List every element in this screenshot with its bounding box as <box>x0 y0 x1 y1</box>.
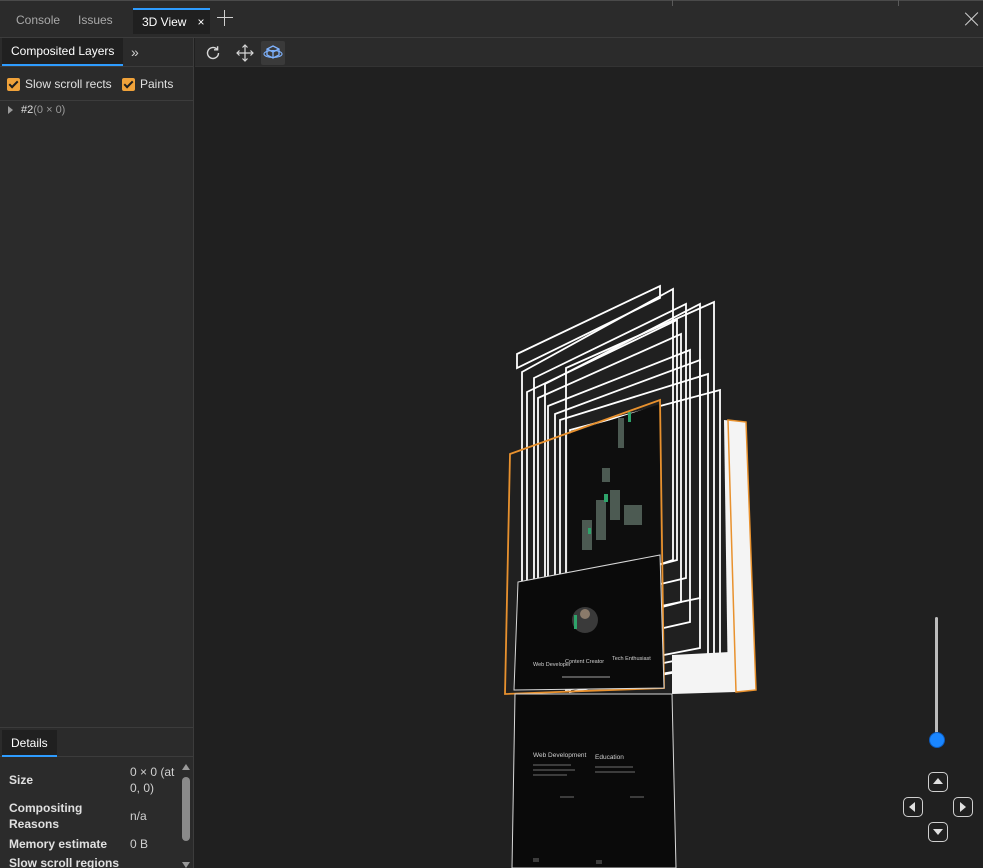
property-value-memory-estimate: 0 B <box>130 837 149 851</box>
checkbox-label: Slow scroll rects <box>25 77 112 91</box>
layer-page <box>672 652 736 694</box>
layer-tree-item[interactable]: #2 (0 × 0) <box>8 102 65 118</box>
zoom-slider-thumb[interactable] <box>929 732 945 748</box>
tab-3d-view[interactable]: 3D View × <box>133 8 211 34</box>
3d-view-toolbar <box>195 38 983 67</box>
nav-content-creator: Content Creator <box>565 659 604 665</box>
more-tabs-icon[interactable]: » <box>131 44 139 60</box>
plus-icon[interactable] <box>216 9 234 27</box>
pan-mode-button[interactable] <box>233 41 257 65</box>
scroll-up-icon[interactable] <box>182 764 190 770</box>
avatar-accent <box>574 615 577 629</box>
property-label-size: Size <box>9 773 34 787</box>
card-title-web-development: Web Development <box>533 752 587 759</box>
layer-size: (0 × 0) <box>33 104 66 116</box>
tab-3d-view-label: 3D View <box>142 15 187 29</box>
close-tab-icon[interactable]: × <box>197 10 204 34</box>
3d-layers-viewport[interactable]: Web Developer Content Creator Tech Enthu… <box>195 68 983 868</box>
top-border <box>0 0 983 1</box>
pan-left-icon[interactable] <box>903 797 923 817</box>
property-label-compositing-reasons: Compositing Reasons <box>9 801 83 831</box>
expand-triangle-icon[interactable] <box>8 106 13 114</box>
tab-issues[interactable]: Issues <box>78 8 113 34</box>
tab-console[interactable]: Console <box>16 8 60 34</box>
tab-composited-layers[interactable]: Composited Layers <box>2 38 124 66</box>
checkbox-label: Paints <box>140 77 174 91</box>
property-value-size: 0 × 0 (at 0, 0) <box>130 765 175 795</box>
content-layer <box>511 693 677 868</box>
pan-icon <box>236 44 254 62</box>
avatar-face <box>580 609 590 619</box>
details-scrollbar[interactable] <box>182 764 191 868</box>
divider <box>672 0 673 6</box>
scrollbar-thumb[interactable] <box>182 777 190 841</box>
checkbox-checked-icon[interactable] <box>122 77 135 91</box>
layers-sidebar: Composited Layers » Slow scroll rects Pa… <box>0 38 194 868</box>
slow-scroll-rects-checkbox[interactable]: Slow scroll rects <box>7 75 112 93</box>
zoom-slider-track[interactable] <box>935 617 938 741</box>
pan-up-icon[interactable] <box>928 772 948 792</box>
property-label-slow-scroll-regions: Slow scroll regions <box>9 856 120 868</box>
sidebar-tab-bar: Composited Layers » <box>0 38 193 67</box>
hero-layer <box>568 404 660 572</box>
checkbox-checked-icon[interactable] <box>7 77 20 91</box>
refresh-icon <box>206 46 220 60</box>
rotate-mode-button[interactable] <box>261 41 285 65</box>
details-tab-bar: Details <box>0 727 193 757</box>
pan-down-icon[interactable] <box>928 822 948 842</box>
rotate-3d-icon <box>263 45 283 59</box>
pan-right-icon[interactable] <box>953 797 973 817</box>
tab-details[interactable]: Details <box>2 730 57 757</box>
property-label-memory-estimate: Memory estimate <box>9 837 108 851</box>
paints-checkbox[interactable]: Paints <box>122 75 173 93</box>
card-title-education: Education <box>595 754 624 761</box>
layer-id: #2 <box>21 104 34 116</box>
scroll-down-icon[interactable] <box>182 862 190 868</box>
devtools-tab-strip: Console Issues 3D View × <box>0 0 983 38</box>
divider <box>898 0 899 6</box>
layer-scene[interactable]: Web Developer Content Creator Tech Enthu… <box>195 68 983 868</box>
profile-subline <box>562 676 610 678</box>
refresh-button[interactable] <box>201 41 225 65</box>
divider <box>0 100 193 101</box>
close-icon[interactable] <box>965 12 979 26</box>
nav-tech-enthusiast: Tech Enthusiast <box>612 656 651 662</box>
property-value-compositing-reasons: n/a <box>130 809 147 823</box>
